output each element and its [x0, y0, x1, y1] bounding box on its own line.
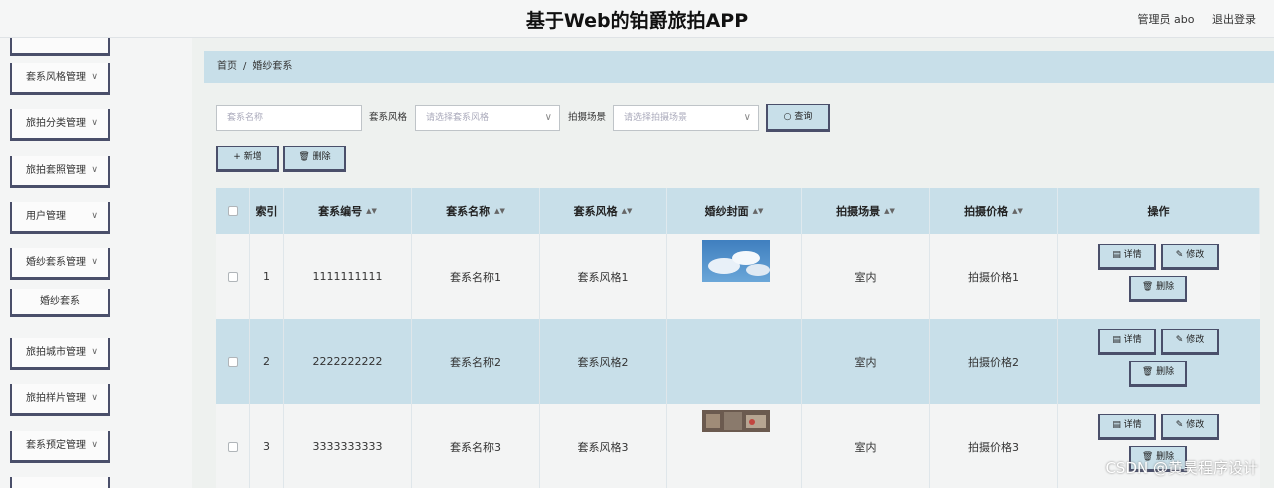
- chevron-down-icon: ∨: [91, 211, 98, 221]
- cell-code: 3333333333: [284, 404, 412, 488]
- user-area: 管理员 abo 退出登录: [1124, 11, 1256, 27]
- current-user[interactable]: 管理员 abo: [1138, 13, 1195, 26]
- delete-button[interactable]: 🗑 删除: [1129, 276, 1187, 302]
- sidebar-item-package-booking[interactable]: 套系预定管理 ∨: [10, 431, 110, 463]
- detail-button[interactable]: ▤ 详情: [1098, 329, 1156, 355]
- top-header: 基于Web的铂爵旅拍APP 管理员 abo 退出登录: [0, 0, 1274, 38]
- sidebar-item-top[interactable]: [10, 38, 110, 56]
- sidebar-item-travel-photos[interactable]: 旅拍套照管理 ∨: [10, 156, 110, 188]
- cell-index: 3: [250, 404, 284, 488]
- style-select[interactable]: 请选择套系风格 ∨: [415, 105, 560, 131]
- scene-select[interactable]: 请选择拍摄场景 ∨: [613, 105, 759, 131]
- cell-style: 套系风格2: [540, 319, 667, 404]
- table-row: 1 1111111111 套系名称1 套系风格1 室内 拍摄价格1 ▤ 详情 ✎…: [216, 234, 1260, 319]
- table-row: 3 3333333333 套系名称3 套系风格3 室内 拍摄价格3 ▤ 详情 ✎…: [216, 404, 1260, 488]
- column-header-index: 索引: [250, 188, 284, 234]
- style-label: 套系风格: [369, 112, 408, 123]
- cell-index: 1: [250, 234, 284, 319]
- cell-name: 套系名称3: [412, 404, 540, 488]
- sort-icon: ▲▼: [752, 207, 764, 215]
- column-header-style[interactable]: 套系风格 ▲▼: [540, 188, 667, 234]
- column-header-price[interactable]: 拍摄价格 ▲▼: [930, 188, 1058, 234]
- sort-icon: ▲▼: [494, 207, 505, 215]
- data-table: 索引 套系编号 ▲▼ 套系名称 ▲▼ 套系风格 ▲▼ 婚纱封面 ▲▼ 拍摄场景 ▲▼ 拍摄…: [216, 188, 1260, 488]
- sort-icon: ▲▼: [884, 207, 895, 215]
- query-button[interactable]: ○ 查询: [766, 104, 830, 132]
- chevron-down-icon: ∨: [91, 347, 98, 357]
- cell-scene: 室内: [802, 234, 930, 319]
- sidebar: 套系风格管理 ∨ 旅拍分类管理 ∨ 旅拍套照管理 ∨ 用户管理 ∨ 婚纱套系管理 ∨ 婚纱…: [0, 38, 192, 488]
- breadcrumb-home[interactable]: 首页: [217, 61, 237, 72]
- cell-index: 2: [250, 319, 284, 404]
- row-checkbox[interactable]: [227, 271, 238, 282]
- breadcrumb: 首页 / 婚纱套系: [204, 51, 1274, 83]
- cover-image-sky[interactable]: [702, 240, 770, 282]
- logout-link[interactable]: 退出登录: [1212, 13, 1256, 26]
- sidebar-item-travel-samples[interactable]: 旅拍样片管理 ∨: [10, 384, 110, 416]
- detail-button[interactable]: ▤ 详情: [1098, 414, 1156, 440]
- sidebar-item-wedding-package[interactable]: 婚纱套系管理 ∨: [10, 248, 110, 280]
- select-all-checkbox[interactable]: [227, 206, 238, 216]
- select-all-header: [216, 188, 250, 234]
- detail-button[interactable]: ▤ 详情: [1098, 244, 1156, 270]
- row-checkbox[interactable]: [227, 441, 238, 452]
- sidebar-item-package-style[interactable]: 套系风格管理 ∨: [10, 63, 110, 95]
- sidebar-item-travel-city[interactable]: 旅拍城市管理 ∨: [10, 338, 110, 370]
- cell-scene: 室内: [802, 404, 930, 488]
- column-header-code[interactable]: 套系编号 ▲▼: [284, 188, 412, 234]
- edit-button[interactable]: ✎ 修改: [1161, 414, 1219, 440]
- cell-name: 套系名称2: [412, 319, 540, 404]
- chevron-down-icon: ∨: [91, 393, 98, 403]
- edit-button[interactable]: ✎ 修改: [1161, 244, 1219, 270]
- cell-cover: [667, 319, 802, 404]
- chevron-down-icon: ∨: [91, 165, 98, 175]
- edit-button[interactable]: ✎ 修改: [1161, 329, 1219, 355]
- cell-style: 套系风格1: [540, 234, 667, 319]
- cell-code: 2222222222: [284, 319, 412, 404]
- watermark: CSDN @黄昊程序设计: [1105, 459, 1258, 477]
- table-row: 2 2222222222 套系名称2 套系风格2 室内 拍摄价格2 ▤ 详情 ✎…: [216, 319, 1260, 404]
- chevron-down-icon: ∨: [91, 257, 98, 267]
- column-header-scene[interactable]: 拍摄场景 ▲▼: [802, 188, 930, 234]
- scene-label: 拍摄场景: [568, 112, 607, 123]
- sort-icon: ▲▼: [621, 207, 633, 215]
- cell-code: 1111111111: [284, 234, 412, 319]
- add-button[interactable]: + 新增: [216, 146, 279, 172]
- column-header-name[interactable]: 套系名称 ▲▼: [412, 188, 540, 234]
- sort-icon: ▲▼: [1012, 207, 1023, 215]
- cell-name: 套系名称1: [412, 234, 540, 319]
- sidebar-item-users[interactable]: 用户管理 ∨: [10, 202, 110, 234]
- batch-delete-button[interactable]: 🗑 删除: [283, 146, 346, 172]
- breadcrumb-current: 婚纱套系: [252, 61, 293, 72]
- package-name-input[interactable]: 套系名称: [216, 105, 362, 131]
- app-title: 基于Web的铂爵旅拍APP: [525, 10, 749, 32]
- sidebar-subitem-wedding-package[interactable]: 婚纱套系: [10, 289, 110, 317]
- delete-button[interactable]: 🗑 删除: [1129, 361, 1187, 387]
- cell-style: 套系风格3: [540, 404, 667, 488]
- column-header-actions: 操作: [1058, 188, 1260, 234]
- search-bar: 套系名称 套系风格 请选择套系风格 ∨ 拍摄场景 请选择拍摄场景 ∨ ○ 查询: [216, 104, 1266, 133]
- sidebar-item-bottom[interactable]: [10, 477, 110, 488]
- chevron-down-icon: ∨: [91, 72, 98, 82]
- main-content: 首页 / 婚纱套系 套系名称 套系风格 请选择套系风格 ∨ 拍摄场景 请选择拍摄场景 ∨…: [192, 38, 1274, 488]
- cell-scene: 室内: [802, 319, 930, 404]
- chevron-down-icon: ∨: [91, 440, 98, 450]
- sidebar-item-travel-category[interactable]: 旅拍分类管理 ∨: [10, 109, 110, 141]
- chevron-down-icon: ∨: [91, 118, 98, 128]
- cell-price: 拍摄价格1: [930, 234, 1058, 319]
- chevron-down-icon: ∨: [743, 112, 751, 123]
- row-checkbox[interactable]: [227, 356, 238, 367]
- cell-price: 拍摄价格3: [930, 404, 1058, 488]
- sort-icon: ▲▼: [366, 207, 377, 215]
- cover-image-street[interactable]: [702, 410, 770, 432]
- column-header-cover[interactable]: 婚纱封面 ▲▼: [667, 188, 802, 234]
- chevron-down-icon: ∨: [544, 112, 552, 123]
- cell-price: 拍摄价格2: [930, 319, 1058, 404]
